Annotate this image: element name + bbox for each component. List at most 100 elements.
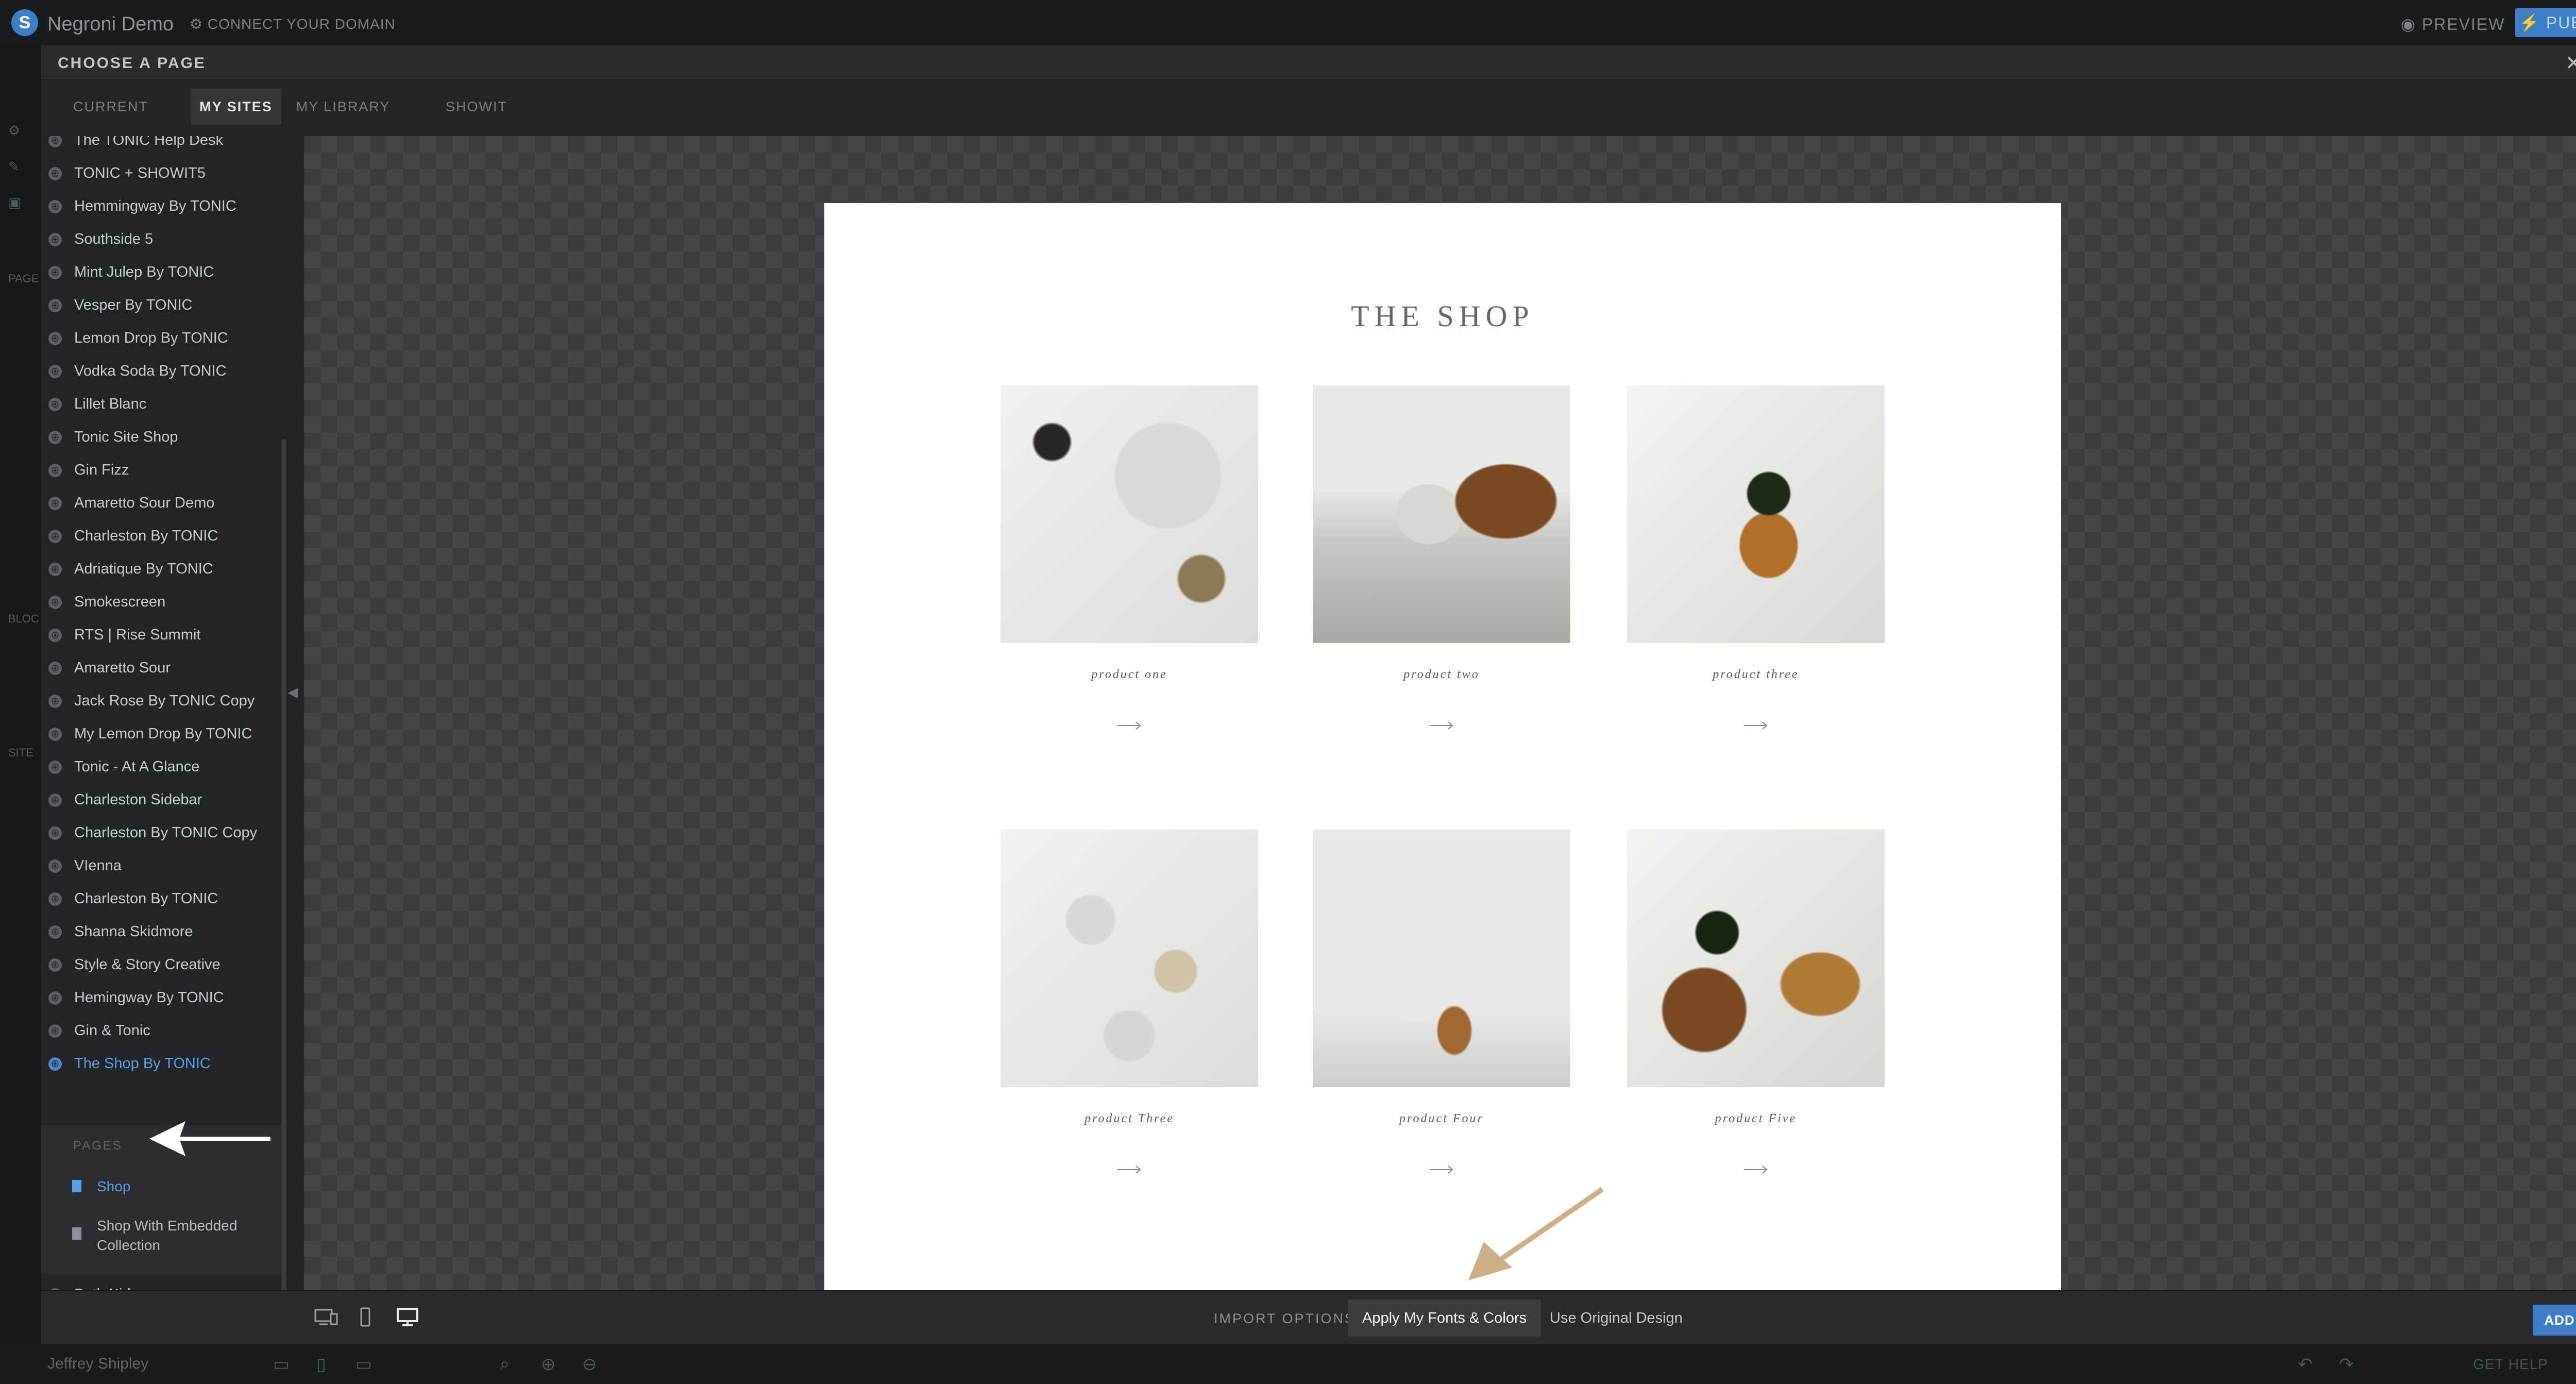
- page-item-label: Shop: [97, 1178, 131, 1194]
- site-item-label: The TONIC Help Desk: [74, 136, 224, 148]
- mobile-icon[interactable]: [352, 1307, 378, 1327]
- globe-icon: ⊕: [48, 629, 62, 642]
- editor-label-blocks: BLOC: [8, 612, 39, 625]
- sites-list-scrollbar[interactable]: [281, 439, 286, 1344]
- redo-icon[interactable]: ↷: [2339, 1354, 2354, 1375]
- mobile-icon[interactable]: ▯: [316, 1354, 326, 1375]
- site-item[interactable]: ⊕ Amaretto Sour Demo: [41, 486, 283, 519]
- search-icon[interactable]: ⌕: [500, 1354, 510, 1374]
- import-options-label: IMPORT OPTIONS:: [1214, 1311, 1361, 1326]
- site-item-label: Smokescreen: [74, 594, 166, 610]
- site-item[interactable]: ⊕ Vodka Soda By TONIC: [41, 355, 283, 387]
- site-item-label: Charleston Sidebar: [74, 791, 202, 808]
- site-item[interactable]: ⊕ Adriatique By TONIC: [41, 552, 283, 585]
- arrow-right-icon: [1117, 721, 1141, 730]
- get-help-link[interactable]: GET HELP: [2473, 1356, 2548, 1373]
- site-item[interactable]: ⊕ The Shop By TONIC: [41, 1047, 283, 1080]
- zoom-out-icon[interactable]: ⊖: [582, 1354, 597, 1375]
- site-item[interactable]: ⊕ My Lemon Drop By TONIC: [41, 717, 283, 750]
- site-item-label: Tonic - At A Glance: [74, 758, 200, 775]
- close-icon[interactable]: ✕: [2565, 52, 2576, 75]
- add-button[interactable]: ADD: [2533, 1305, 2576, 1336]
- site-item[interactable]: ⊕ Gin & Tonic: [41, 1014, 283, 1047]
- tab-my-library[interactable]: MY LIBRARY: [296, 89, 391, 125]
- site-item[interactable]: ⊕ Shanna Skidmore: [41, 915, 283, 948]
- desktop-icon[interactable]: [395, 1307, 420, 1327]
- preview-button[interactable]: ◉ PREVIEW: [2401, 14, 2505, 34]
- site-item[interactable]: ⊕ Tonic Site Shop: [41, 420, 283, 453]
- site-item[interactable]: ⊕ Charleston By TONIC: [41, 519, 283, 552]
- site-item[interactable]: ⊕ Style & Story Creative: [41, 948, 283, 981]
- site-item-label: Gin & Tonic: [74, 1022, 150, 1039]
- preview-page: THE SHOP product one product two product t…: [824, 203, 2061, 1290]
- site-item[interactable]: ⊕ Tonic - At A Glance: [41, 750, 283, 783]
- globe-icon: ⊕: [48, 398, 62, 411]
- connect-domain-label: CONNECT YOUR DOMAIN: [207, 16, 396, 32]
- site-item[interactable]: ⊕ Hemingway By TONIC: [41, 981, 283, 1014]
- page-icon: [72, 1227, 81, 1240]
- globe-icon: ⊕: [48, 859, 62, 873]
- pages-header: PAGES: [73, 1139, 123, 1153]
- site-item[interactable]: ⊕ RTS | Rise Summit: [41, 618, 283, 651]
- site-item[interactable]: ⊕ Mint Julep By TONIC: [41, 256, 283, 289]
- desktop-mobile-icon[interactable]: ▭: [273, 1354, 290, 1375]
- arrow-right-icon: [1430, 1166, 1453, 1174]
- pencil-icon: ✎: [8, 159, 20, 174]
- site-item-label: Vesper By TONIC: [74, 297, 193, 313]
- site-item[interactable]: ⊕ VIenna: [41, 849, 283, 882]
- product-name: product three: [1713, 668, 1799, 681]
- site-item[interactable]: ⊕ Amaretto Sour: [41, 651, 283, 684]
- site-item[interactable]: ⊕ Hemmingway By TONIC: [41, 190, 283, 223]
- site-item[interactable]: ⊕ Lillet Blanc: [41, 387, 283, 420]
- site-item[interactable]: ⊕ Gin Fizz: [41, 453, 283, 486]
- site-item[interactable]: ⊕ Charleston By TONIC Copy: [41, 816, 283, 849]
- site-item-label: Hemingway By TONIC: [74, 989, 224, 1006]
- undo-icon[interactable]: ↶: [2298, 1354, 2313, 1375]
- product-image: [1001, 830, 1258, 1087]
- desktop-icon[interactable]: ▭: [355, 1354, 372, 1375]
- publish-button[interactable]: ⚡ PUBLISH: [2515, 8, 2576, 37]
- page-item-label: Shop With Embedded Collection: [97, 1218, 238, 1253]
- connect-domain-link[interactable]: ⚙ CONNECT YOUR DOMAIN: [190, 15, 396, 32]
- site-item[interactable]: ⊕ Charleston Sidebar: [41, 783, 283, 816]
- tab-my-sites[interactable]: MY SITES: [191, 89, 281, 125]
- site-item[interactable]: ⊕ Jack Rose By TONIC Copy: [41, 684, 283, 717]
- site-name[interactable]: Negroni Demo: [47, 13, 174, 36]
- site-item[interactable]: ⊕ Vesper By TONIC: [41, 289, 283, 322]
- globe-icon: ⊕: [48, 233, 62, 246]
- site-item[interactable]: ⊕ Southside 5: [41, 223, 283, 256]
- site-item-label: Vodka Soda By TONIC: [74, 363, 227, 379]
- desktop-mobile-icon[interactable]: [313, 1307, 339, 1327]
- use-original-design-option[interactable]: Use Original Design: [1535, 1299, 1697, 1337]
- site-item[interactable]: ⊕ Charleston By TONIC: [41, 882, 283, 915]
- user-name[interactable]: Jeffrey Shipley: [47, 1355, 148, 1373]
- eye-icon: ◉: [2401, 15, 2422, 33]
- site-item[interactable]: ⊕ The TONIC Help Desk: [41, 136, 283, 157]
- globe-icon: ⊕: [48, 728, 62, 741]
- arrow-right-icon: [1744, 1166, 1768, 1174]
- product-image: [1313, 830, 1570, 1087]
- product-image: [1627, 830, 1885, 1087]
- site-item-label: Lillet Blanc: [74, 396, 147, 412]
- site-item[interactable]: ⊕ Lemon Drop By TONIC: [41, 322, 283, 355]
- product-name: product two: [1403, 668, 1480, 681]
- globe-icon: ⊕: [48, 1024, 62, 1038]
- site-item-label: Charleston By TONIC: [74, 890, 218, 907]
- site-item-label: Charleston By TONIC Copy: [74, 824, 258, 841]
- globe-icon: ⊕: [48, 991, 62, 1005]
- modal-header: CHOOSE A PAGE ✕: [41, 45, 2576, 80]
- tab-showit-library[interactable]: SHOWIT LIBRARY: [414, 89, 539, 150]
- site-item[interactable]: ⊕ TONIC + SHOWIT5: [41, 157, 283, 190]
- site-item-label: Jack Rose By TONIC Copy: [74, 693, 255, 709]
- collapse-sidebar-icon[interactable]: ◀: [287, 684, 298, 700]
- showit-logo-icon[interactable]: S: [11, 9, 38, 36]
- tab-current-site[interactable]: CURRENT SITE: [57, 89, 165, 150]
- globe-icon: ⊕: [48, 136, 62, 147]
- zoom-in-icon[interactable]: ⊕: [541, 1354, 556, 1375]
- site-item[interactable]: ⊕ Smokescreen: [41, 585, 283, 618]
- apply-my-fonts-colors-option[interactable]: Apply My Fonts & Colors: [1348, 1299, 1541, 1337]
- product-image: [1001, 385, 1258, 643]
- globe-icon: ⊕: [48, 464, 62, 477]
- sites-list[interactable]: ⊕ The TONIC Help Desk ⊕ TONIC + SHOWIT5 ⊕ Hem…: [41, 136, 294, 1344]
- bolt-icon: ⚡: [2519, 13, 2546, 32]
